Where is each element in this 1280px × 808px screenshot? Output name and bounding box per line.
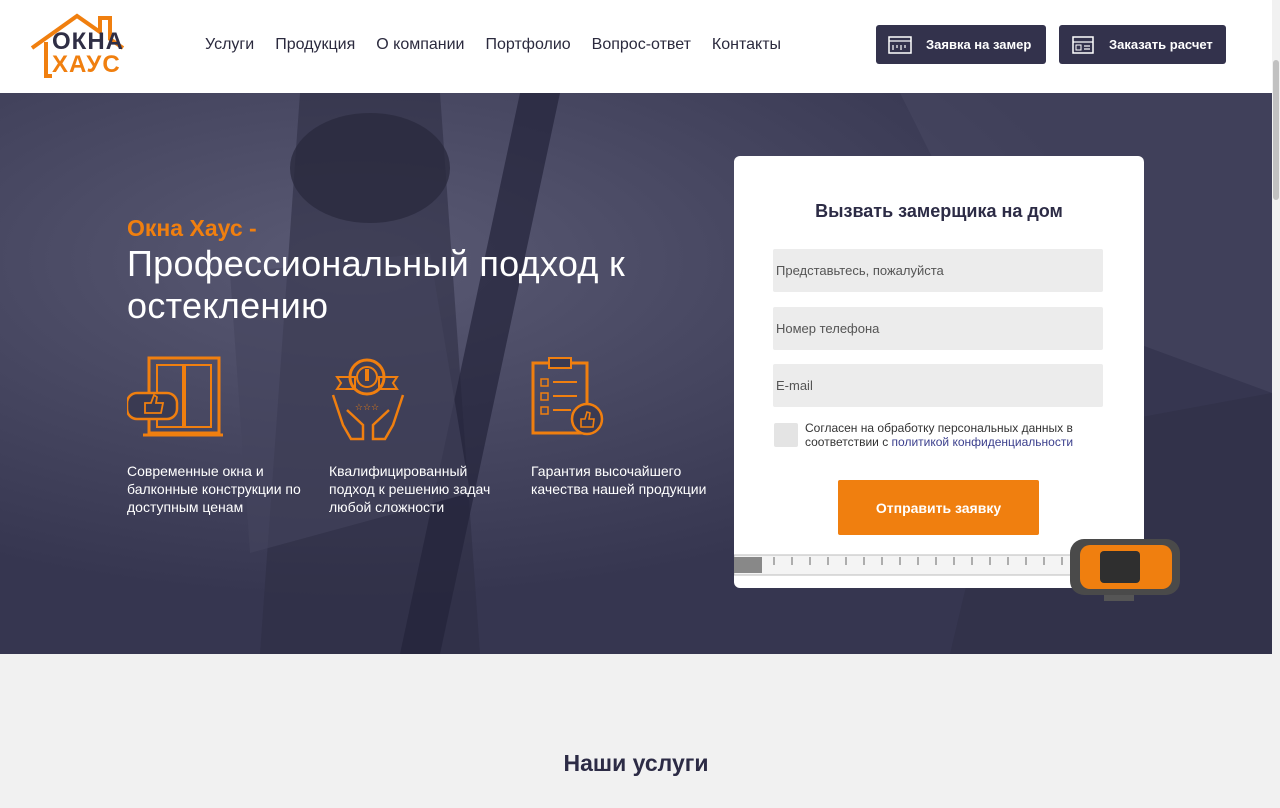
feature-text: Квалифицированный подход к решению задач…	[329, 463, 491, 515]
form-title: Вызвать замерщика на дом	[815, 201, 1063, 221]
nav-link-about[interactable]: О компании	[376, 35, 464, 55]
scrollbar-thumb[interactable]	[1273, 60, 1279, 200]
nav-link-faq[interactable]: Вопрос-ответ	[592, 35, 691, 55]
consent-checkbox[interactable]	[774, 423, 798, 447]
clipboard-checklist-icon	[531, 357, 604, 436]
tape-measure-image	[734, 539, 1180, 601]
main-nav: Услуги Продукция О компании Портфолио Во…	[205, 35, 802, 55]
feature-item: Современные окна и балконные конструкции…	[127, 355, 307, 515]
nav-link-contacts[interactable]: Контакты	[712, 35, 781, 55]
feature-text: Современные окна и балконные конструкции…	[127, 463, 301, 515]
hero-brand: Окна Хаус -	[127, 215, 257, 241]
privacy-policy-link[interactable]: политикой конфиденциальности	[892, 435, 1073, 449]
order-calculation-label: Заказать расчет	[1109, 37, 1213, 52]
phone-input[interactable]	[773, 307, 1103, 350]
measure-request-label: Заявка на замер	[926, 37, 1032, 52]
order-calculation-button[interactable]: Заказать расчет	[1059, 25, 1226, 64]
logo[interactable]: ОКНА ХАУС	[30, 12, 125, 80]
svg-text:☆☆☆: ☆☆☆	[355, 403, 379, 413]
measure-request-button[interactable]: Заявка на замер	[876, 25, 1046, 64]
hero-title: Профессиональный подход к остеклению	[127, 243, 626, 326]
measure-request-form: Вызвать замерщика на дом Согласен на обр…	[734, 156, 1144, 588]
submit-request-button[interactable]: Отправить заявку	[838, 480, 1039, 535]
nav-link-services[interactable]: Услуги	[205, 35, 254, 55]
nav-link-products[interactable]: Продукция	[275, 35, 355, 55]
name-input[interactable]	[773, 249, 1103, 292]
services-title: Наши услуги	[563, 750, 709, 776]
ruler-icon	[888, 35, 912, 54]
hands-medal-icon: ☆☆☆	[331, 358, 405, 441]
calculator-window-icon	[1072, 35, 1094, 54]
feature-item: Гарантия высочайшего качества нашей прод…	[531, 355, 711, 497]
logo-text-bottom: ХАУС	[52, 51, 121, 78]
window-thumbs-up-icon	[127, 356, 223, 437]
consent-text: Согласен на обработку персональных данны…	[805, 421, 1095, 449]
site-header: ОКНА ХАУС Услуги Продукция О компании По…	[0, 0, 1272, 93]
nav-link-portfolio[interactable]: Портфолио	[486, 35, 571, 55]
scrollbar[interactable]	[1272, 0, 1280, 808]
feature-text: Гарантия высочайшего качества нашей прод…	[531, 463, 707, 497]
email-input[interactable]	[773, 364, 1103, 407]
feature-item: ☆☆☆ Квалифицированный подход к решению з…	[329, 355, 509, 515]
